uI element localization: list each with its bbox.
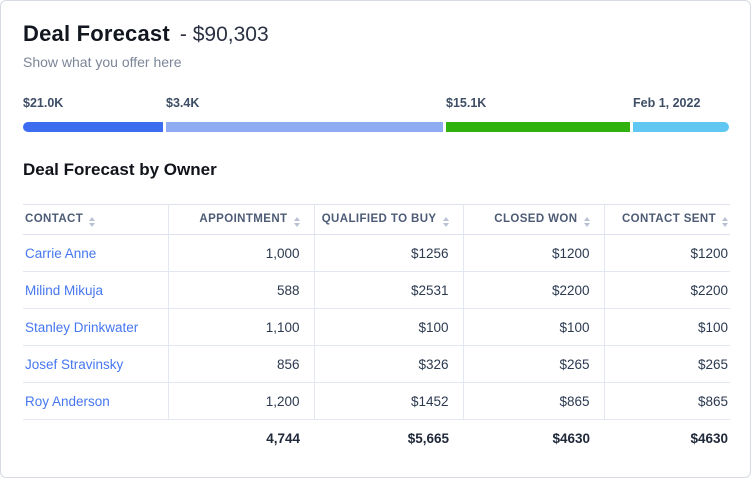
- column-header-label: Contact: [25, 213, 83, 225]
- cell-closed: $2200: [463, 272, 604, 309]
- cell-appointment: 1,200: [168, 383, 314, 420]
- column-header-label: Qualified to Buy: [322, 213, 437, 225]
- cell-closed: $1200: [463, 235, 604, 272]
- progress-segment-closed: [446, 122, 630, 132]
- sort-icon[interactable]: [722, 217, 728, 227]
- cell-sent: $265: [604, 346, 730, 383]
- cell-appointment: 1,100: [168, 309, 314, 346]
- total-qualified: $5,665: [314, 420, 463, 457]
- sort-icon[interactable]: [294, 217, 300, 227]
- cell-appointment: 588: [168, 272, 314, 309]
- cell-closed: $865: [463, 383, 604, 420]
- totals-row: 4,744 $5,665 $4630 $4630: [23, 420, 730, 457]
- cell-qualified: $326: [314, 346, 463, 383]
- totals-empty-cell: [23, 420, 168, 457]
- page-title: Deal Forecast: [23, 21, 170, 47]
- segment-label: $3.4K: [166, 96, 199, 110]
- contact-link[interactable]: Milind Mikuja: [25, 283, 103, 298]
- total-sent: $4630: [604, 420, 730, 457]
- contact-link[interactable]: Josef Stravinsky: [25, 357, 123, 372]
- progress-segment-qualified: [166, 122, 443, 132]
- progress-segment-sent: [633, 122, 729, 132]
- page-subtitle: Show what you offer here: [23, 54, 728, 70]
- segment-label: $21.0K: [23, 96, 63, 110]
- deal-forecast-card: Deal Forecast - $90,303 Show what you of…: [0, 0, 751, 478]
- column-header-appointment[interactable]: Appointment: [168, 205, 314, 235]
- column-header-label: Closed Won: [494, 213, 577, 225]
- cell-appointment: 856: [168, 346, 314, 383]
- card-header: Deal Forecast - $90,303: [23, 21, 728, 47]
- sort-icon[interactable]: [89, 217, 95, 227]
- deal-progress-bar: [23, 122, 730, 132]
- sort-icon[interactable]: [584, 217, 590, 227]
- cell-qualified: $100: [314, 309, 463, 346]
- cell-sent: $2200: [604, 272, 730, 309]
- progress-segment-appointment: [23, 122, 163, 132]
- deal-forecast-table: Contact Appointment Qualified to Buy Clo…: [23, 204, 730, 457]
- column-header-label: Contact Sent: [622, 213, 716, 225]
- column-header-qualified[interactable]: Qualified to Buy: [314, 205, 463, 235]
- total-closed: $4630: [463, 420, 604, 457]
- table-row: Josef Stravinsky 856 $326 $265 $265: [23, 346, 730, 383]
- cell-sent: $1200: [604, 235, 730, 272]
- table-row: Roy Anderson 1,200 $1452 $865 $865: [23, 383, 730, 420]
- cell-qualified: $2531: [314, 272, 463, 309]
- table-header-row: Contact Appointment Qualified to Buy Clo…: [23, 205, 730, 235]
- cell-closed: $265: [463, 346, 604, 383]
- cell-sent: $100: [604, 309, 730, 346]
- column-header-contact[interactable]: Contact: [23, 205, 168, 235]
- cell-sent: $865: [604, 383, 730, 420]
- table-row: Stanley Drinkwater 1,100 $100 $100 $100: [23, 309, 730, 346]
- contact-link[interactable]: Carrie Anne: [25, 246, 96, 261]
- cell-appointment: 1,000: [168, 235, 314, 272]
- contact-link[interactable]: Roy Anderson: [25, 394, 110, 409]
- forecast-amount: - $90,303: [180, 23, 269, 47]
- sort-icon[interactable]: [443, 217, 449, 227]
- table-row: Milind Mikuja 588 $2531 $2200 $2200: [23, 272, 730, 309]
- column-header-label: Appointment: [199, 213, 287, 225]
- table-title: Deal Forecast by Owner: [23, 160, 728, 180]
- column-header-closed[interactable]: Closed Won: [463, 205, 604, 235]
- table-row: Carrie Anne 1,000 $1256 $1200 $1200: [23, 235, 730, 272]
- contact-link[interactable]: Stanley Drinkwater: [25, 320, 138, 335]
- segment-label: $15.1K: [446, 96, 486, 110]
- cell-qualified: $1256: [314, 235, 463, 272]
- total-appointment: 4,744: [168, 420, 314, 457]
- cell-qualified: $1452: [314, 383, 463, 420]
- column-header-sent[interactable]: Contact Sent: [604, 205, 730, 235]
- segment-label: Feb 1, 2022: [633, 96, 700, 110]
- cell-closed: $100: [463, 309, 604, 346]
- progress-bar-labels: $21.0K $3.4K $15.1K Feb 1, 2022: [23, 96, 730, 112]
